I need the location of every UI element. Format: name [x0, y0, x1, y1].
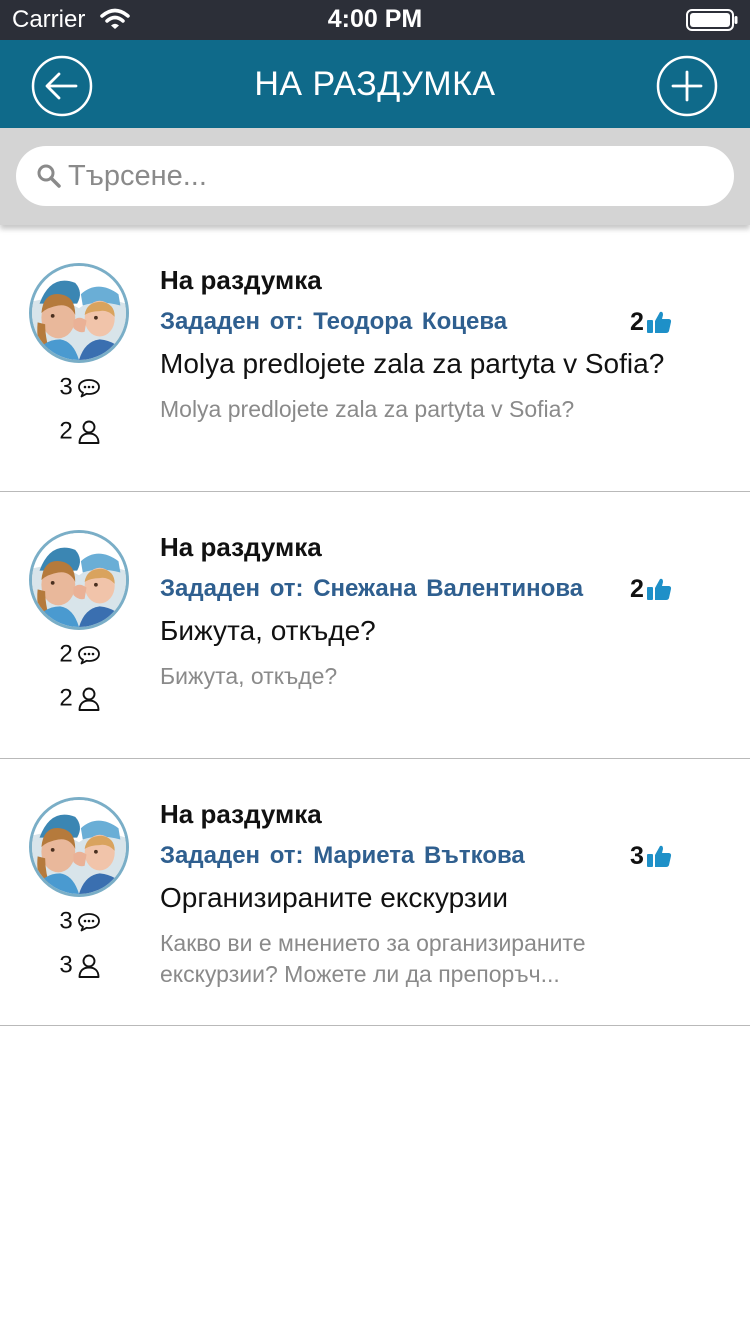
comments-count: 3 [0, 907, 160, 936]
user-icon [78, 954, 100, 978]
likes-count-value: 2 [630, 307, 644, 336]
search-box[interactable] [16, 146, 734, 206]
topic-title[interactable]: Организираните екскурзии [160, 882, 730, 914]
comment-icon [77, 912, 100, 932]
topic-row[interactable]: 3 2 На раздумка Зададен от: Теодора Коце… [0, 225, 750, 492]
user-icon [78, 420, 100, 444]
user-icon [78, 687, 100, 711]
comment-icon [77, 645, 100, 665]
participants-count: 3 [0, 951, 160, 980]
participants-count: 2 [0, 417, 160, 446]
topic-preview: Бижута, откъде? [160, 663, 338, 689]
add-topic-button[interactable] [656, 55, 718, 117]
comment-icon [77, 378, 100, 398]
comments-count-value: 2 [59, 640, 73, 668]
search-input[interactable] [68, 154, 708, 198]
topic-author: Зададен от: Снежана Валентинова [160, 575, 584, 602]
topic-preview: Какво ви е мнението за организираните ек… [160, 930, 586, 987]
participants-count-value: 2 [59, 684, 73, 712]
topic-preview: Molya predlojete zala za partyta v Sofia… [160, 396, 575, 422]
topic-list: 3 2 На раздумка Зададен от: Теодора Коце… [0, 225, 750, 1026]
topic-author: Зададен от: Теодора Коцева [160, 308, 508, 335]
topic-category: На раздумка [160, 799, 322, 829]
likes-count[interactable]: 2 [630, 574, 700, 604]
participants-count-value: 3 [59, 951, 73, 979]
topic-title[interactable]: Бижута, откъде? [160, 615, 730, 647]
likes-count-value: 2 [630, 574, 644, 603]
likes-count-value: 3 [630, 841, 644, 870]
likes-count[interactable]: 3 [630, 841, 700, 871]
back-button[interactable] [31, 55, 93, 117]
topic-row[interactable]: 2 2 На раздумка Зададен от: Снежана Вале… [0, 492, 750, 759]
comments-count: 3 [0, 373, 160, 402]
participants-count: 2 [0, 684, 160, 713]
topic-category: На раздумка [160, 532, 322, 562]
topic-title[interactable]: Molya predlojete zala za partyta v Sofia… [160, 348, 730, 380]
avatar[interactable] [29, 797, 129, 897]
status-time: 4:00 PM [327, 5, 423, 33]
search-icon [37, 164, 61, 188]
topic-category: На раздумка [160, 265, 322, 295]
status-bar: Carrier 4:00 PM [0, 0, 750, 40]
topic-author: Зададен от: Мариета Въткова [160, 842, 525, 869]
search-bar [0, 128, 750, 225]
comments-count-value: 3 [59, 373, 73, 401]
comments-count: 2 [0, 640, 160, 669]
topic-row[interactable]: 3 3 На раздумка Зададен от: Мариета Вътк… [0, 759, 750, 1026]
avatar[interactable] [29, 530, 129, 630]
like-icon[interactable] [646, 577, 672, 601]
like-icon[interactable] [646, 844, 672, 868]
likes-count[interactable]: 2 [630, 307, 700, 337]
participants-count-value: 2 [59, 417, 73, 445]
navigation-bar: НА РАЗДУМКА [0, 40, 750, 128]
page-title: НА РАЗДУМКА [254, 65, 496, 103]
like-icon[interactable] [646, 310, 672, 334]
comments-count-value: 3 [59, 907, 73, 935]
avatar[interactable] [29, 263, 129, 363]
battery-icon [686, 9, 738, 31]
